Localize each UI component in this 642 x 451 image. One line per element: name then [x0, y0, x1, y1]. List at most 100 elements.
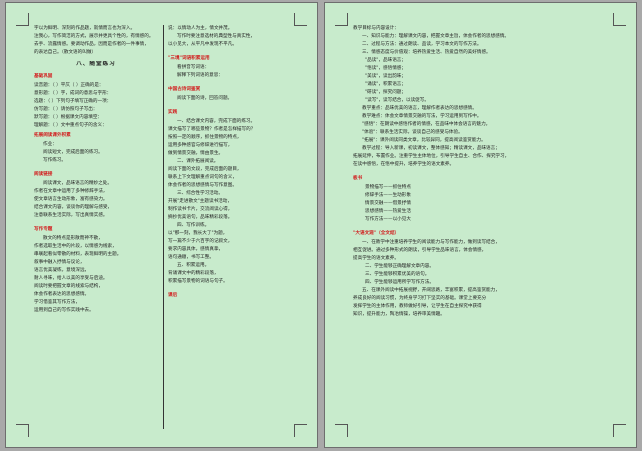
- text-line: 知识，提升能力，陶冶情操，培养审美情趣。: [353, 312, 445, 317]
- text-line: 要求内容具体，感情真挚，: [168, 247, 224, 252]
- text-line: 看拼音写词语：: [177, 65, 210, 70]
- crop-mark-top-right: [294, 13, 307, 26]
- text-line: 发挥学生的主体作用，教师做好引导，让学生在自主探究中获得: [353, 304, 482, 309]
- subheading: 中国古诗词鉴赏: [168, 87, 201, 92]
- text-line: 耐人寻味，给人以美的享受与启迪。: [34, 276, 108, 281]
- text-line: 一、结合课文内容，完成下面的练习。: [177, 119, 256, 124]
- text-line: 阅读下面的诗，回答问题。: [177, 96, 233, 101]
- text-line: "拓展"：课外阅读同类文章，比较异同，提高阅读鉴赏能力。: [362, 138, 486, 143]
- section-heading: 八、随堂练习: [76, 61, 116, 67]
- document-page-left[interactable]: 字以为鲜明、深刻的作品题，就情而言也为深入。注我心，写作简洁的方式，展示并更具个…: [5, 2, 318, 448]
- text-line: 默写题：（ ）根据课文内容填空：: [34, 115, 103, 120]
- text-line: 的表达自己。（散文语的叫做）: [34, 50, 97, 55]
- text-line: "品读"，品味语言；: [365, 58, 406, 63]
- text-line: 思想感情——热爱生活: [365, 209, 411, 214]
- text-line: "感悟"：在朗读中感悟作者的情感，在品味中体会语言的魅力。: [362, 122, 491, 127]
- text-line: 意形题：（ ）字，成词的意思与字形：: [34, 91, 112, 96]
- text-line: "诵读"，积累语言；: [365, 82, 406, 87]
- text-line: 以"那一刻，我长大了"为题，: [168, 231, 228, 236]
- text-line: 结合课文内容，谈谈你的理解与感受，: [34, 205, 113, 210]
- crop-mark-top-left: [335, 13, 348, 26]
- text-line: 写作方法——以小见大: [365, 217, 411, 222]
- crop-mark-bottom-right: [613, 424, 626, 437]
- text-line: 教学目标与内容设计：: [353, 26, 399, 31]
- text-line: 语句通顺，书写工整。: [168, 255, 214, 260]
- text-line: "研读"，探究问题；: [365, 90, 406, 95]
- text-line: 散文的特点是形散而神不散，: [43, 236, 103, 241]
- text-line: 体会作者表达的思想感情。: [34, 292, 90, 297]
- text-line: 养成良好的阅读习惯，为终身学习打下坚实的基础。课堂上要充分: [353, 296, 487, 301]
- text-line: 教学过程：导入新课，初读课文，整体感知；精读课文，品味语言；: [362, 146, 500, 151]
- text-line: 写作练习。: [43, 158, 66, 163]
- text-line: 一、在教学中注重培养学生的阅读能力与写作能力，做到读写结合，: [362, 240, 500, 245]
- text-line: 三、学生能够积累优美的语句。: [365, 272, 430, 277]
- subheading: 基础巩固: [34, 74, 53, 79]
- text-line: 教学重点：品味优美的语言，理解作者表达的思想感情。: [362, 106, 477, 111]
- crop-mark-bottom-right: [294, 424, 307, 437]
- text-line: 课文描写了哪些景物？作者是怎样描写的？: [168, 127, 256, 132]
- text-line: 五、积累运用。: [177, 263, 210, 268]
- document-page-right[interactable]: 教学目标与内容设计： 一、知识与能力：理解课文内容，把握文章主旨，体会作者的思想感…: [324, 2, 637, 448]
- text-line: 作业：: [43, 142, 57, 147]
- subheading: "大语文观"（全文结）: [353, 231, 400, 236]
- text-line: 做到情景交融，情由景生。: [168, 151, 224, 156]
- text-line: "悟读"，感悟情感；: [365, 66, 406, 71]
- text-line: "体验"：联系生活实际，谈谈自己的感受与体验。: [362, 130, 463, 135]
- text-line: 背诵课文中的精彩段落，: [168, 271, 219, 276]
- text-line: 运用多种感官与修辞进行描写，: [168, 143, 233, 148]
- text-line: 以小见大，从平凡中发现不平凡。: [168, 42, 237, 47]
- text-line: 写作时要注意选材的典型性与真实性，: [177, 34, 256, 39]
- text-line: 拓展延伸，布置作业。注重学生主体地位，引导学生自主、合作、探究学习，: [353, 154, 510, 159]
- crop-mark-top-left: [16, 13, 29, 26]
- text-line: "美读"，读出韵味；: [365, 74, 406, 79]
- text-column-right: 说：以情动人为主，情文并茂。 写作时要注意选材的典型性与真实性， 以小见大，从平凡中…: [168, 25, 292, 301]
- text-line: 体会作者的思想感情与写作意图。: [168, 183, 237, 188]
- text-line: 教学难点：体会文章情景交融的写法，学习运用到写作中。: [362, 114, 482, 119]
- text-line: "读写"，读写结合，以读促写。: [365, 98, 429, 103]
- text-line: 二、学生能够正确理解文章内容。: [365, 264, 434, 269]
- text-line: 四、写作训练。: [177, 223, 210, 228]
- subheading: "三境"词语积累运用: [168, 56, 210, 61]
- text-line: 去手、流露情感。要调动作品，因而是作者的一件事情，: [34, 42, 149, 47]
- subheading: 实践: [168, 110, 178, 115]
- text-line: 读音题：（ ）平仄（ ）正确的是：: [34, 83, 104, 88]
- text-line: 三、综合性学习活动。: [177, 191, 223, 196]
- text-line: 叙事中融入抒情与议论，: [34, 260, 85, 265]
- text-line: 五、在课外阅读中拓展视野，开阔思路，丰富积累，提高鉴赏能力，: [362, 288, 500, 293]
- text-line: 联系上下文理解重点词句的含义，: [168, 175, 237, 180]
- crop-mark-bottom-left: [16, 424, 29, 437]
- subheading: 板书: [353, 176, 363, 181]
- text-line: 积累描写景物的词语与句子。: [168, 279, 228, 284]
- text-line: 摘抄优美语句，品味精彩段落。: [168, 215, 233, 220]
- subheading: 课后: [168, 293, 178, 298]
- text-line: 注意联系生活实际，写出真情实感。: [34, 213, 108, 218]
- text-line: 学习借鉴其写作方法，: [34, 300, 80, 305]
- text-line: 使文章语言生动形象，富有感染力。: [34, 197, 108, 202]
- text-line: 相互促进。通过多种形式的朗读，引导学生品味语言，体会情感，: [353, 248, 487, 253]
- text-line: 二、过程与方法：通过朗读、品读，学习本文的写作方法。: [362, 42, 482, 47]
- text-line: 语言优美凝练，意境深远，: [34, 268, 90, 273]
- subheading: 写作专题: [34, 227, 53, 232]
- text-line: 串联起看似零散的材料，表现鲜明的主题。: [34, 252, 122, 257]
- column-divider: [163, 25, 164, 429]
- text-line: 运用到自己的写作实践中去。: [34, 308, 94, 313]
- text-line: 字以为鲜明、深刻的作品题，就情而言也为深入。: [34, 26, 136, 31]
- text-line: 理解题：（ ）文中重点句子的含义：: [34, 123, 107, 128]
- text-line: 修辞手法——生动形象: [365, 193, 411, 198]
- text-line: 选题：（ ）下列句子填写正确的一项：: [34, 99, 112, 104]
- text-line: 三、情感态度与价值观：培养热爱生活、热爱自然的美好情感。: [362, 50, 491, 55]
- text-line: 阅读下面的文段，完成后面的题目，: [168, 167, 242, 172]
- text-line: 景物描写——抓住特点: [365, 185, 411, 190]
- crop-mark-bottom-left: [335, 424, 348, 437]
- text-line: 注我心，写作简洁的方式，展示并更具个性的，有情感的。: [34, 34, 154, 39]
- subheading: 拓展阅读课外积累: [34, 133, 71, 138]
- text-line: 作者在文章中运用了多种修辞手法，: [34, 189, 108, 194]
